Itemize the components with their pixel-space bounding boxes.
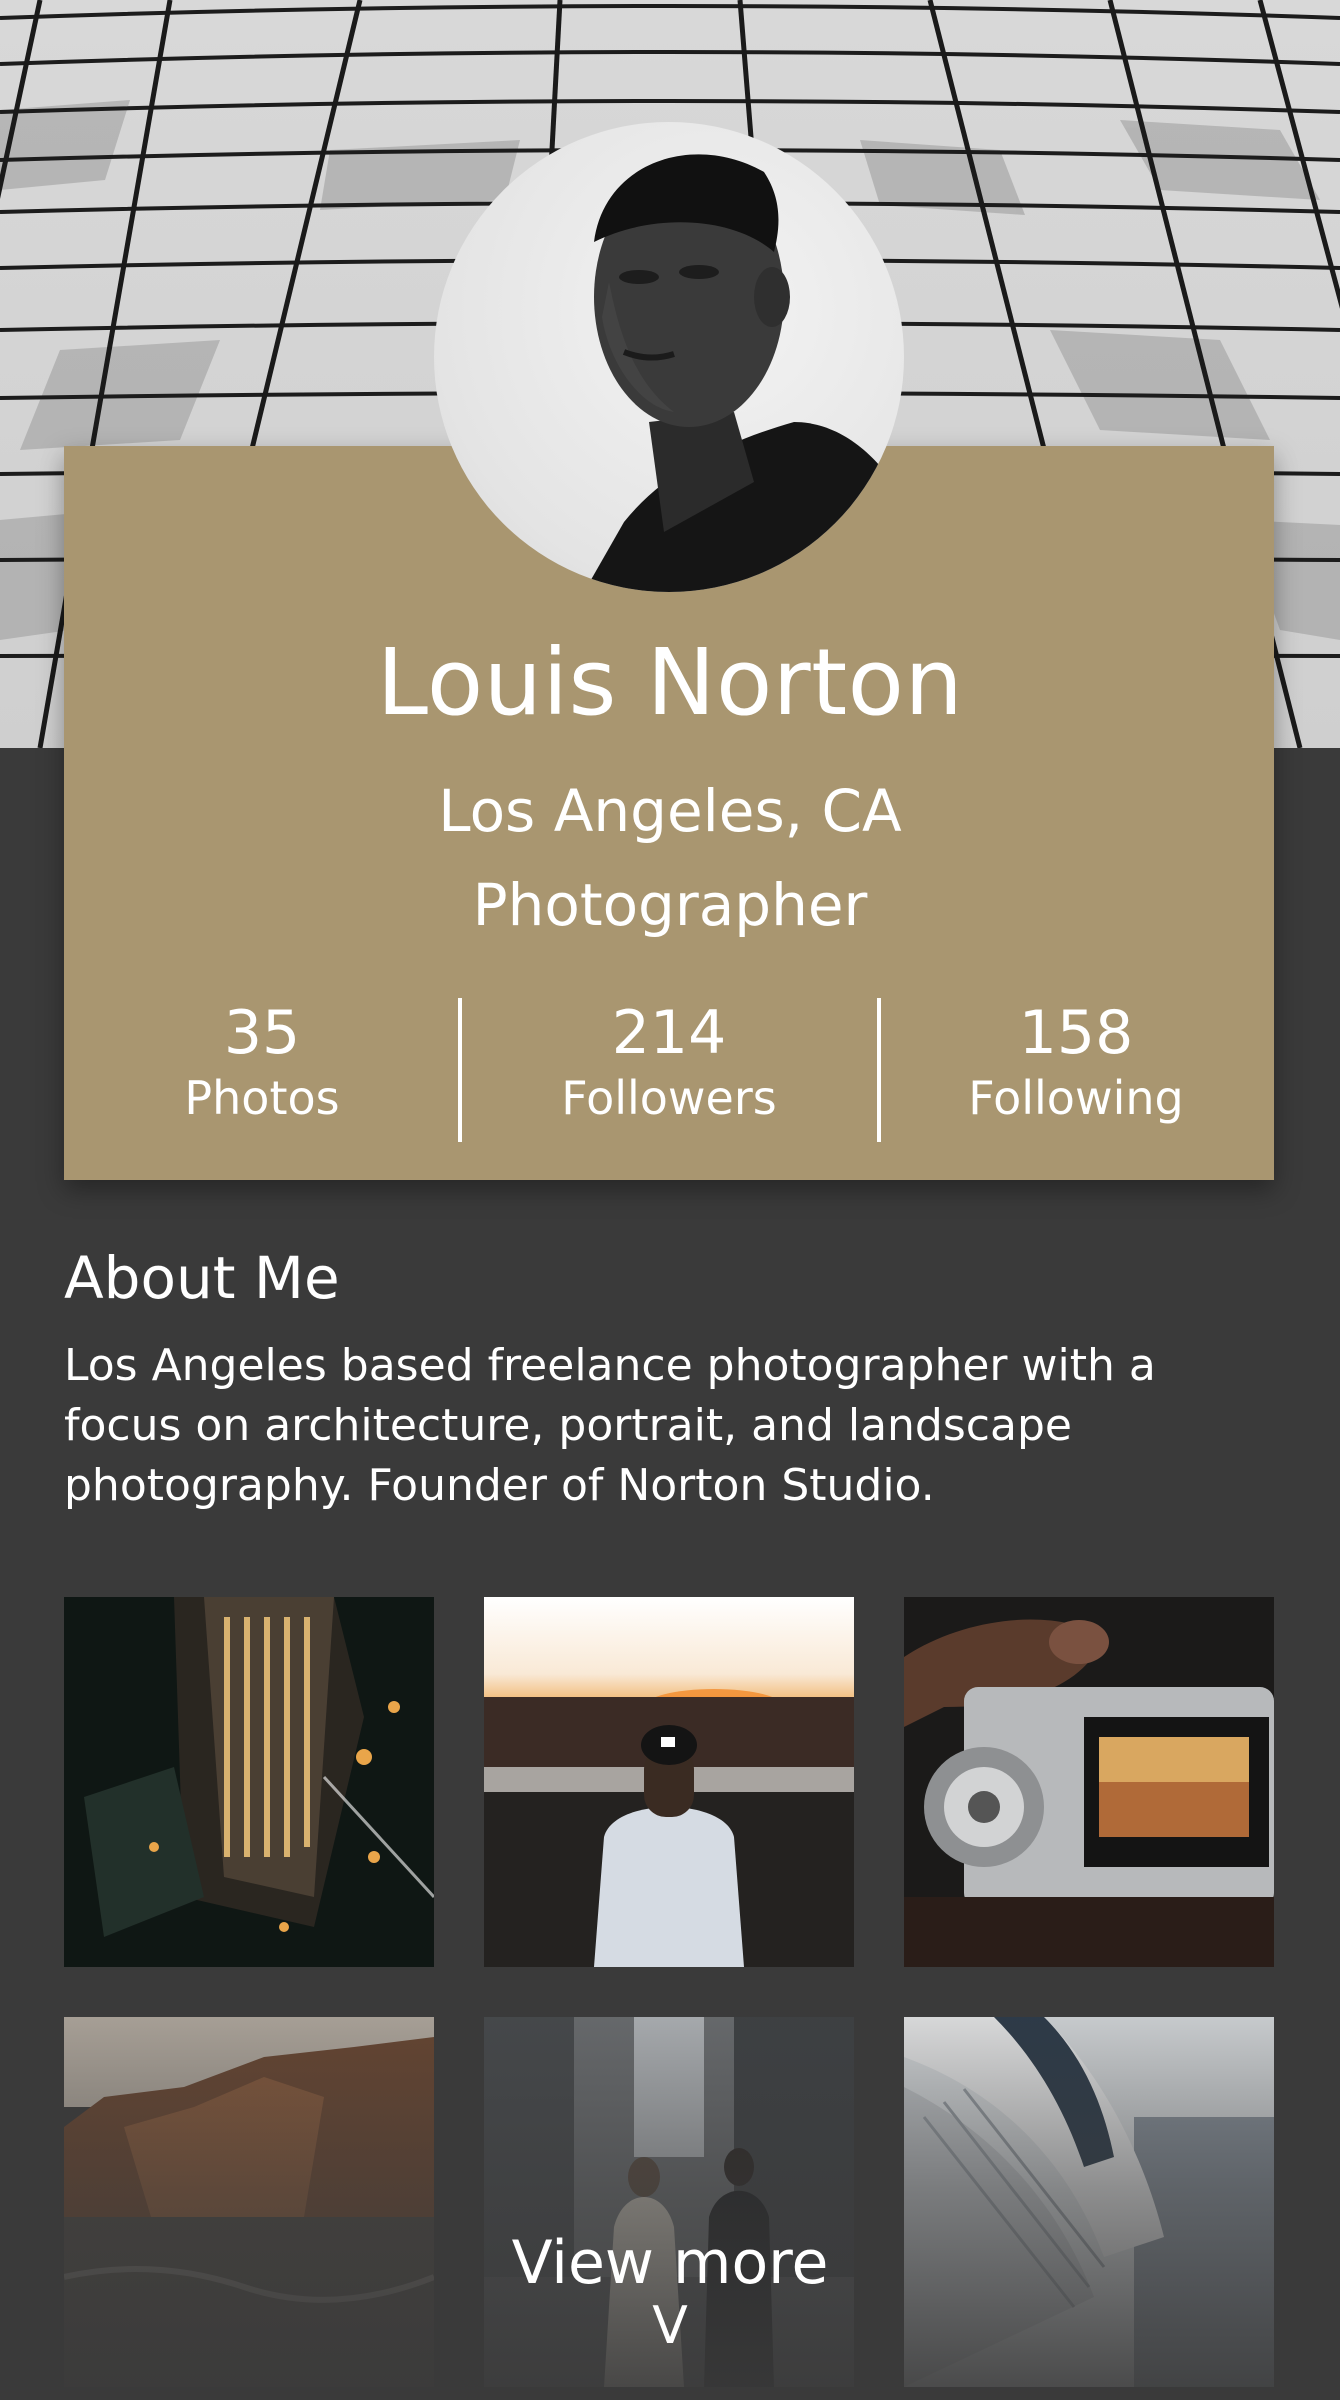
stat-value: 35 — [223, 998, 301, 1068]
about-title: About Me — [64, 1244, 340, 1312]
profile-avatar[interactable] — [434, 122, 904, 592]
gallery-photo-city-night[interactable] — [64, 1597, 434, 1967]
profile-stats: 35 Photos 214 Followers 158 Following — [64, 998, 1274, 1142]
about-text: Los Angeles based freelance photographer… — [64, 1340, 1156, 1511]
stat-value: 158 — [1018, 998, 1134, 1068]
stat-followers[interactable]: 214 Followers — [504, 998, 834, 1128]
stat-label: Photos — [184, 1071, 340, 1125]
stat-label: Followers — [561, 1071, 777, 1125]
gallery-photo-camera[interactable] — [904, 1597, 1274, 1967]
stat-label: Following — [968, 1071, 1184, 1125]
stat-divider — [458, 998, 462, 1142]
view-more-label: View more — [511, 2228, 829, 2298]
profile-name: Louis Norton — [376, 629, 964, 736]
gallery-photo-sunset-man[interactable] — [484, 1597, 854, 1967]
profile-location: Los Angeles, CA — [438, 777, 902, 845]
chevron-down-icon: V — [652, 2296, 688, 2356]
stat-divider — [877, 998, 881, 1142]
stat-photos[interactable]: 35 Photos — [97, 998, 427, 1128]
stat-following[interactable]: 158 Following — [911, 998, 1241, 1128]
view-more-button[interactable]: View more V — [470, 2228, 870, 2354]
stat-value: 214 — [611, 998, 727, 1068]
profile-role: Photographer — [472, 871, 868, 939]
